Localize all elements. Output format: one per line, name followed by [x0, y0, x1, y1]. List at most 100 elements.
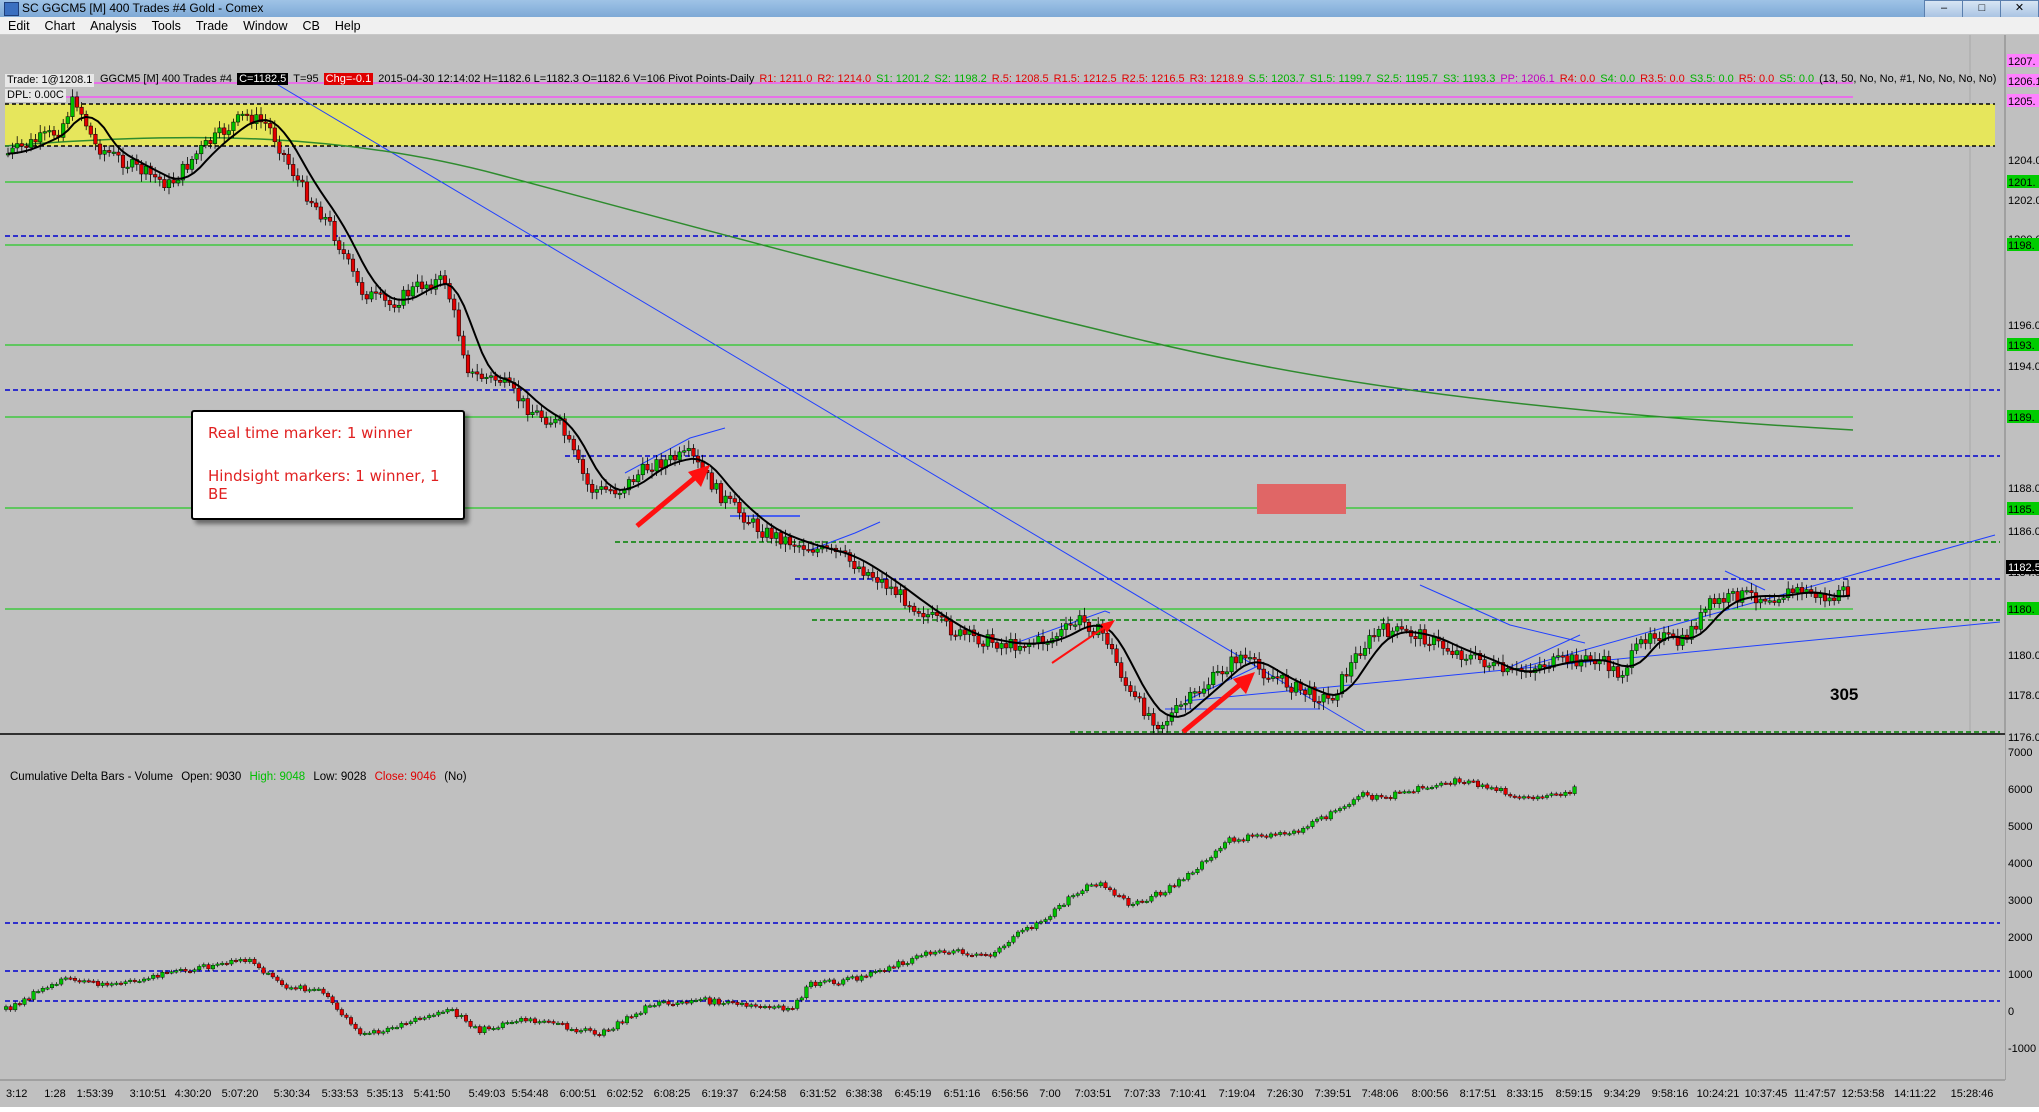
price-marker-label: 1193. — [2008, 340, 2035, 352]
delta-body — [1370, 795, 1375, 800]
delta-body — [1521, 796, 1526, 799]
candle-body — [93, 133, 98, 145]
time-axis-label: 1:53:39 — [77, 1088, 114, 1100]
menu-tools[interactable]: Tools — [144, 18, 188, 33]
candle-body — [1303, 690, 1308, 695]
close-button[interactable]: ✕ — [2000, 0, 2039, 18]
chart-header: GGCM5 [M] 400 Trades #4 C=1182.5 T=95 Chg=-… — [100, 73, 2006, 85]
delta-body — [1558, 793, 1563, 796]
delta-body — [804, 986, 809, 999]
candle-body — [1234, 656, 1239, 664]
candle-body — [1399, 626, 1404, 630]
time-axis-label: 8:00:56 — [1412, 1088, 1449, 1100]
trade-info: Trade: 1@1208.1 — [5, 74, 95, 87]
delta-body — [72, 978, 77, 981]
delta-body — [206, 964, 211, 970]
candle-body — [714, 483, 719, 490]
delta-body — [266, 972, 271, 975]
candle-body — [1441, 640, 1446, 649]
candle-body — [1330, 698, 1335, 701]
candle-body — [1376, 629, 1381, 637]
candle-body — [797, 545, 802, 548]
chart-area[interactable]: 305 1204.01202.01200.01196.01194.01188.0… — [0, 35, 2039, 1107]
annotation-line-1: Real time marker: 1 winner — [208, 424, 412, 442]
delta-body — [358, 1028, 363, 1035]
menu-cb[interactable]: CB — [295, 18, 327, 33]
delta-body — [330, 996, 335, 1004]
delta-body — [1149, 896, 1154, 902]
delta-body — [1544, 795, 1549, 798]
menu-window[interactable]: Window — [235, 18, 294, 33]
pivot-readout: R.5: 1208.5 — [991, 73, 1049, 85]
delta-body — [1328, 811, 1333, 820]
pivot-readout: (13, 50, No, No, #1, No, No, No, No) — [1819, 73, 1997, 85]
candle-body — [548, 422, 553, 425]
delta-header: Cumulative Delta Bars - Volume Open: 903… — [10, 771, 472, 783]
delta-body — [441, 1011, 446, 1014]
delta-body — [1255, 834, 1260, 837]
candle-body — [962, 629, 967, 635]
delta-body — [1347, 804, 1352, 807]
candle-body — [902, 589, 908, 606]
delta-body — [533, 1018, 538, 1023]
minimize-button[interactable]: – — [1924, 0, 1964, 18]
delta-body — [3, 1006, 8, 1010]
time-axis-label: 9:34:29 — [1604, 1088, 1641, 1100]
delta-body — [928, 951, 933, 955]
candle-body — [456, 309, 461, 337]
candle-body — [1362, 648, 1368, 656]
delta-body — [450, 1009, 455, 1012]
menu-help[interactable]: Help — [327, 18, 368, 33]
delta-body — [1066, 896, 1071, 906]
delta-body — [1167, 885, 1172, 893]
delta-body — [634, 1013, 639, 1018]
candle-body — [1556, 655, 1561, 658]
panel-divider[interactable] — [0, 733, 2005, 735]
time-axis-label: 9:58:16 — [1652, 1088, 1689, 1100]
title-bar: SC GGCM5 [M] 400 Trades #4 Gold - Comex … — [0, 0, 2039, 18]
menu-edit[interactable]: Edit — [0, 18, 37, 33]
menu-analysis[interactable]: Analysis — [82, 18, 144, 33]
time-axis-label: 7:19:04 — [1219, 1088, 1256, 1100]
time-axis-label: 6:56:56 — [992, 1088, 1029, 1100]
close-box: C=1182.5 — [237, 73, 289, 85]
maximize-button[interactable]: □ — [1962, 0, 2002, 18]
delta-body — [464, 1015, 469, 1022]
time-axis-label: 6:02:52 — [607, 1088, 644, 1100]
delta-panel-bg — [0, 735, 2005, 1080]
delta-body — [210, 965, 215, 970]
candle-body — [19, 143, 24, 147]
candle-body — [594, 489, 599, 493]
candle-body — [806, 549, 811, 552]
delta-body — [983, 954, 988, 956]
price-chart-canvas[interactable]: 305 1204.01202.01200.01196.01194.01188.0… — [0, 35, 2039, 1107]
delta-body — [1567, 791, 1572, 794]
candle-body — [1183, 702, 1188, 706]
candle-body — [1776, 599, 1782, 603]
candle-body — [281, 152, 287, 155]
delta-body — [137, 980, 142, 983]
delta-body — [13, 1003, 18, 1011]
delta-body — [1052, 908, 1057, 917]
delta-body — [151, 974, 156, 979]
time-axis-label: 6:51:16 — [944, 1088, 981, 1100]
price-marker-label: 1180. — [2008, 604, 2035, 616]
candle-body — [585, 473, 590, 485]
delta-body — [178, 969, 183, 971]
time-axis-label: 5:35:13 — [367, 1088, 404, 1100]
delta-body — [919, 955, 924, 958]
candle-body — [102, 150, 107, 155]
menu-chart[interactable]: Chart — [37, 18, 83, 33]
delta-body — [924, 951, 929, 956]
delta-body — [1379, 795, 1384, 798]
cursor-price-label: 1182.5 — [2008, 562, 2039, 574]
delta-body — [339, 1009, 344, 1016]
delta-body — [367, 1032, 372, 1035]
delta-body — [399, 1023, 404, 1028]
candle-body — [958, 629, 963, 637]
menu-trade[interactable]: Trade — [188, 18, 235, 33]
candle-body — [286, 153, 291, 165]
candle-body — [272, 127, 277, 143]
candle-body — [1238, 654, 1243, 664]
candle-body — [580, 459, 586, 474]
